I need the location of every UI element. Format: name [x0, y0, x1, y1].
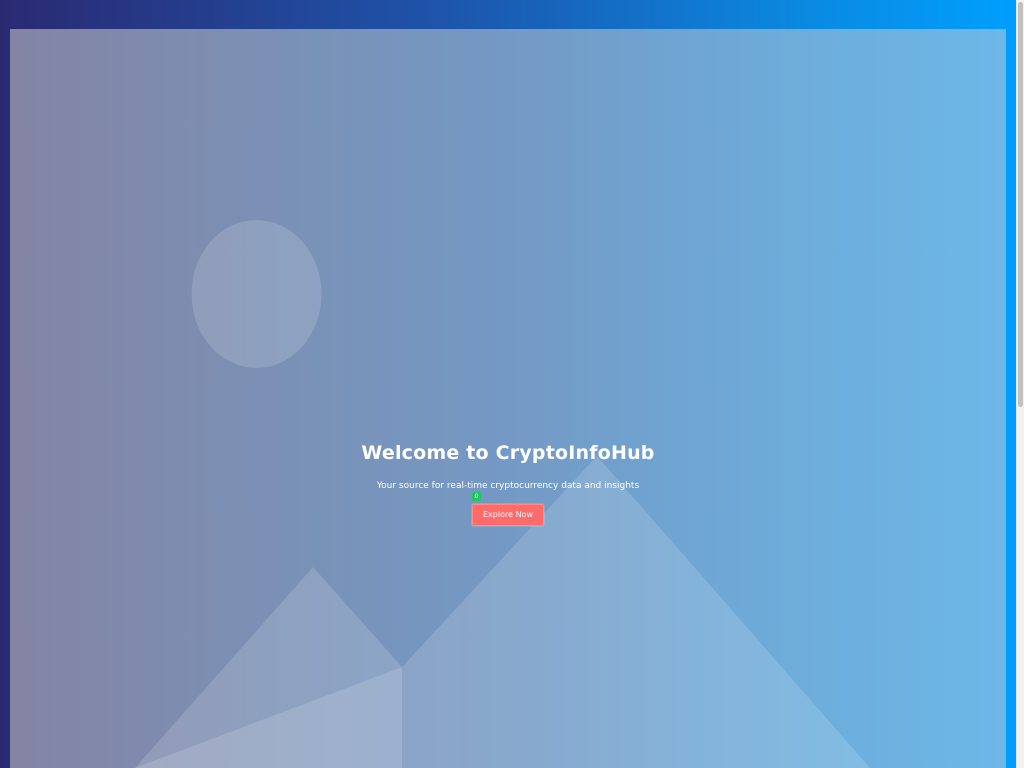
cta-wrapper: 0 Explore Now [472, 492, 544, 526]
vertical-scrollbar[interactable] [1016, 0, 1024, 768]
page-background: Welcome to CryptoInfoHub Your source for… [0, 0, 1016, 768]
image-placeholder-icon [135, 220, 870, 768]
hero-subtitle: Your source for real-time cryptocurrency… [376, 481, 640, 491]
hero-title: Welcome to CryptoInfoHub [361, 442, 655, 464]
notification-badge: 0 [472, 492, 481, 501]
scrollbar-thumb[interactable] [1018, 2, 1023, 407]
explore-now-button[interactable]: Explore Now [472, 504, 544, 526]
hero-section: Welcome to CryptoInfoHub Your source for… [10, 29, 1006, 768]
hero-content: Welcome to CryptoInfoHub Your source for… [10, 440, 1006, 526]
sun-shape [191, 220, 322, 368]
